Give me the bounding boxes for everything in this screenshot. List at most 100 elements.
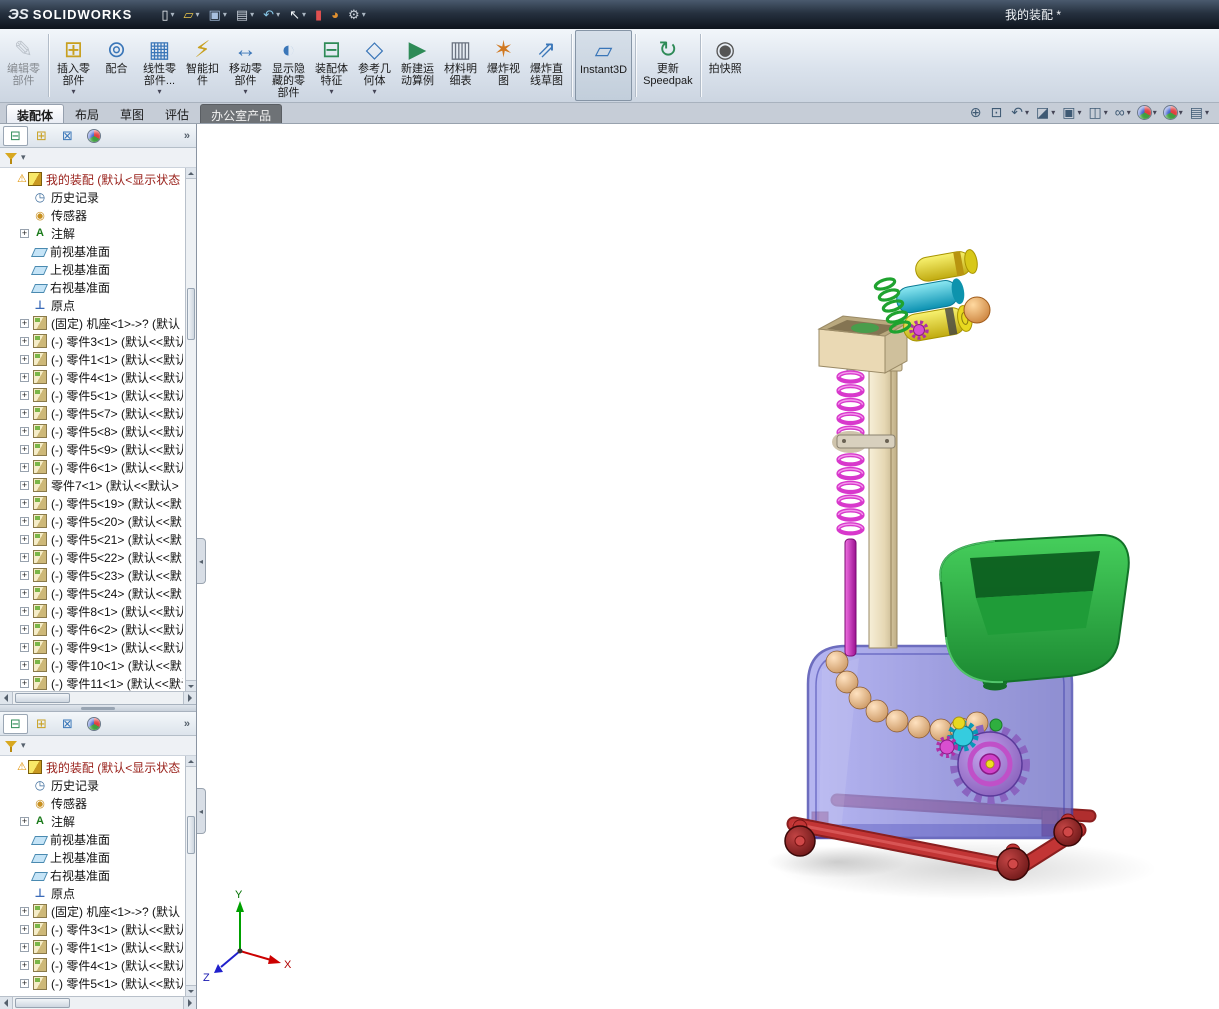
take-snapshot-button[interactable]: ◉ 拍快照 — [704, 30, 747, 101]
expand-toggle-icon[interactable] — [20, 678, 29, 688]
filter-dropdown-icon[interactable] — [21, 152, 26, 163]
model-mini-gear[interactable] — [913, 324, 925, 336]
tree-item[interactable]: (-) 零件6<1> (默认<<默认 — [0, 458, 196, 476]
section-view-icon[interactable]: ◪ — [1036, 105, 1055, 120]
options-icon[interactable]: ⚙ — [345, 6, 369, 24]
model-column[interactable] — [863, 357, 903, 649]
expand-toggle-icon[interactable] — [20, 318, 29, 328]
tree-item[interactable]: (-) 零件5<22> (默认<<默 — [0, 548, 196, 566]
dropdown-arrow-icon[interactable] — [302, 10, 306, 19]
tab-layout[interactable]: 布局 — [65, 104, 109, 123]
tree-item[interactable]: (-) 零件3<1> (默认<<默认 — [0, 332, 196, 350]
expand-toggle-icon[interactable] — [20, 570, 29, 580]
tree-item[interactable]: 原点 — [0, 884, 196, 902]
exploded-view-button[interactable]: ✶ 爆炸视 图 — [482, 30, 525, 101]
tree-item[interactable]: 右视基准面 — [0, 866, 196, 884]
tree-item[interactable]: 传感器 — [0, 794, 196, 812]
dropdown-arrow-icon[interactable] — [329, 87, 333, 96]
expand-toggle-icon[interactable] — [20, 906, 29, 916]
dropdown-arrow-icon[interactable] — [157, 87, 161, 96]
model-screw-conveyor[interactable] — [836, 357, 865, 657]
expand-toggle-icon[interactable] — [20, 228, 29, 238]
tree-item[interactable]: (固定) 机座<1>->? (默认 — [0, 902, 196, 920]
tree-item[interactable]: (-) 零件5<1> (默认<<默认 — [0, 974, 196, 992]
model-clamp-bracket[interactable] — [832, 431, 896, 453]
appearance-icon[interactable]: ◕ — [328, 6, 342, 24]
expand-toggle-icon[interactable] — [20, 588, 29, 598]
dropdown-arrow-icon[interactable] — [243, 87, 247, 96]
bill-of-materials-button[interactable]: ▥ 材料明 细表 — [439, 30, 482, 101]
tree-item[interactable]: 历史记录 — [0, 188, 196, 206]
tree-item[interactable]: (-) 零件4<1> (默认<<默认 — [0, 956, 196, 974]
tree-item[interactable]: (-) 零件1<1> (默认<<默认 — [0, 350, 196, 368]
move-component-button[interactable]: ↔ 移动零 部件 — [224, 30, 267, 101]
tree-item[interactable]: (-) 零件5<8> (默认<<默认 — [0, 422, 196, 440]
displaymanager-tab[interactable]: ● — [81, 126, 106, 146]
tree-item[interactable]: 前视基准面 — [0, 242, 196, 260]
expand-toggle-icon[interactable] — [20, 444, 29, 454]
tab-office-products[interactable]: 办公室产品 — [200, 104, 283, 123]
filter-funnel-icon[interactable] — [5, 740, 17, 752]
update-speedpak-button[interactable]: ↻ 更新 Speedpak — [639, 30, 697, 101]
view-settings-icon[interactable]: ▤ — [1190, 105, 1209, 120]
tree-item[interactable]: (-) 零件9<1> (默认<<默认 — [0, 638, 196, 656]
expand-toggle-icon[interactable] — [20, 534, 29, 544]
new-motion-study-button[interactable]: ▶ 新建运 动算例 — [396, 30, 439, 101]
tree-item[interactable]: (-) 零件1<1> (默认<<默认 — [0, 938, 196, 956]
tree-item[interactable]: (-) 零件5<23> (默认<<默 — [0, 566, 196, 584]
filter-dropdown-icon[interactable] — [21, 740, 26, 751]
expand-toggle-icon[interactable] — [20, 408, 29, 418]
assembly-features-button[interactable]: ⊟ 装配体 特征 — [310, 30, 353, 101]
reference-geometry-button[interactable]: ◇ 参考几 何体 — [353, 30, 396, 101]
edit-appearance-icon[interactable]: ● — [1137, 106, 1157, 119]
scroll-right-arrow[interactable] — [183, 692, 196, 704]
configurationmanager-tab[interactable]: ⊠ — [55, 714, 80, 734]
scrollbar-thumb[interactable] — [15, 998, 70, 1008]
model-yellow-cylinder[interactable] — [914, 250, 973, 283]
print-icon[interactable]: ▤ — [233, 6, 257, 24]
expand-toggle-icon[interactable] — [20, 354, 29, 364]
previous-view-icon[interactable]: ↶ — [1011, 105, 1029, 120]
panel-expand-chevron-icon[interactable] — [184, 718, 193, 730]
vertical-scrollbar[interactable] — [185, 756, 196, 996]
tree-item[interactable]: 右视基准面 — [0, 278, 196, 296]
apply-scene-icon[interactable]: ● — [1163, 106, 1183, 119]
tree-item[interactable]: 原点 — [0, 296, 196, 314]
scroll-down-arrow[interactable] — [186, 680, 196, 691]
scrollbar-thumb[interactable] — [187, 816, 195, 854]
scrollbar-thumb[interactable] — [15, 693, 70, 703]
expand-toggle-icon[interactable] — [20, 552, 29, 562]
expand-toggle-icon[interactable] — [20, 624, 29, 634]
dropdown-arrow-icon[interactable] — [372, 87, 376, 96]
new-document-icon[interactable]: ▯ — [158, 6, 177, 24]
scroll-right-arrow[interactable] — [183, 997, 196, 1009]
displaymanager-tab[interactable]: ● — [81, 714, 106, 734]
edit-component-button[interactable]: ✎ 编辑零 部件 — [2, 30, 45, 101]
horizontal-scrollbar[interactable] — [0, 996, 196, 1009]
tree-item[interactable]: 上视基准面 — [0, 260, 196, 278]
open-folder-icon[interactable]: ▱ — [181, 6, 203, 24]
panel-collapse-handle[interactable] — [197, 538, 206, 584]
tree-item[interactable]: (-) 零件11<1> (默认<<默认 — [0, 674, 196, 691]
dropdown-arrow-icon[interactable] — [1205, 108, 1209, 117]
scroll-left-arrow[interactable] — [0, 692, 13, 704]
insert-component-button[interactable]: ⊞ 插入零 部件 — [52, 30, 95, 101]
mate-button[interactable]: ⊚ 配合 — [95, 30, 138, 101]
tree-item[interactable]: 我的装配 (默认<显示状态 — [0, 758, 196, 776]
vertical-scrollbar[interactable] — [185, 168, 196, 691]
expand-toggle-icon[interactable] — [20, 498, 29, 508]
smart-fasteners-button[interactable]: ⚡ 智能扣 件 — [181, 30, 224, 101]
dropdown-arrow-icon[interactable] — [223, 10, 227, 19]
filter-funnel-icon[interactable] — [5, 152, 17, 164]
scrollbar-thumb[interactable] — [187, 288, 195, 340]
expand-toggle-icon[interactable] — [20, 960, 29, 970]
tree-item[interactable]: (固定) 机座<1>->? (默认 — [0, 314, 196, 332]
view-orientation-icon[interactable]: ▣ — [1062, 105, 1081, 120]
scroll-up-arrow[interactable] — [186, 756, 196, 767]
expand-toggle-icon[interactable] — [20, 336, 29, 346]
configurationmanager-tab[interactable]: ⊠ — [55, 126, 80, 146]
tree-item[interactable]: 历史记录 — [0, 776, 196, 794]
expand-toggle-icon[interactable] — [20, 516, 29, 526]
panel-expand-chevron-icon[interactable] — [184, 130, 193, 142]
rebuild-icon[interactable]: ▮ — [312, 6, 325, 24]
